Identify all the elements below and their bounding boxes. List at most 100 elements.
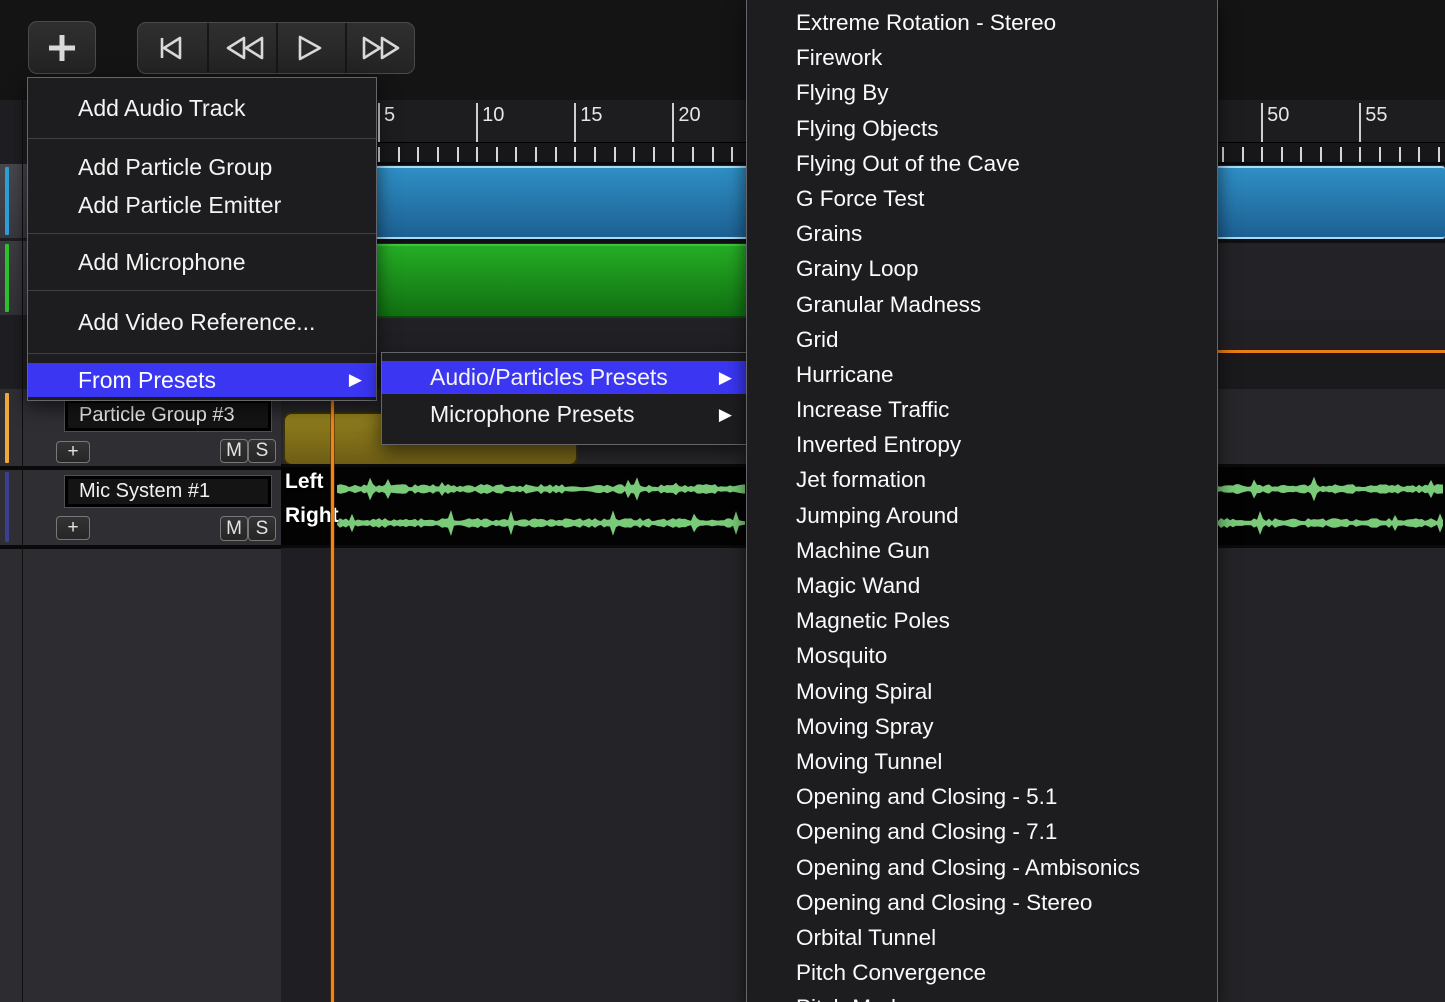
preset-item[interactable]: Inverted Entropy — [747, 427, 1217, 462]
ruler-minor-tick — [731, 147, 733, 162]
menu-item-add-particle-group[interactable]: Add Particle Group — [28, 148, 376, 186]
solo-button[interactable]: S — [248, 439, 276, 463]
preset-item[interactable]: Grainy Loop — [747, 251, 1217, 286]
waveform-left-channel[interactable] — [337, 473, 745, 505]
ruler-minor-tick — [476, 147, 478, 162]
playhead[interactable] — [331, 400, 334, 1002]
submenu-item-label: Microphone Presets — [430, 401, 635, 428]
menu-item-add-video-reference[interactable]: Add Video Reference... — [28, 305, 376, 339]
ruler-minor-tick — [1242, 147, 1244, 162]
ruler-minor-tick — [457, 147, 459, 162]
submenu-arrow-icon: ▶ — [719, 405, 732, 425]
submenu-item-audio-particles-presets[interactable]: Audio/Particles Presets ▶ — [382, 361, 746, 394]
channel-label-left: Left — [285, 470, 324, 494]
preset-item[interactable]: Moving Spray — [747, 709, 1217, 744]
track-color-strip-blue — [5, 167, 9, 235]
ruler-major-tick — [1261, 103, 1263, 142]
ruler-minor-tick — [417, 147, 419, 162]
menu-group: From Presets▶ — [28, 354, 376, 406]
preset-item[interactable]: Firework — [747, 40, 1217, 75]
preset-item[interactable]: Orbital Tunnel — [747, 920, 1217, 955]
mute-button[interactable]: M — [220, 516, 248, 541]
ruler-major-tick — [476, 103, 478, 142]
menu-group: Add Particle Group Add Particle Emitter — [28, 139, 376, 233]
ruler-minor-tick — [1320, 147, 1322, 162]
mute-button[interactable]: M — [220, 439, 248, 463]
preset-item[interactable]: Granular Madness — [747, 287, 1217, 322]
ruler-minor-tick — [633, 147, 635, 162]
preset-item[interactable]: Moving Spiral — [747, 674, 1217, 709]
ruler-major-tick — [672, 103, 674, 142]
fast-forward-icon — [356, 32, 406, 64]
play-button[interactable] — [276, 23, 345, 73]
waveform-left-channel[interactable] — [1218, 473, 1445, 505]
ruler-minor-tick — [672, 147, 674, 162]
preset-item[interactable]: Opening and Closing - 7.1 — [747, 814, 1217, 849]
add-track-button[interactable] — [28, 21, 96, 74]
preset-item[interactable]: Flying Out of the Cave — [747, 146, 1217, 181]
preset-item[interactable]: Magnetic Poles — [747, 603, 1217, 638]
preset-item[interactable]: Hurricane — [747, 357, 1217, 392]
preset-item[interactable]: Opening and Closing - 5.1 — [747, 779, 1217, 814]
ruler-minor-tick — [496, 147, 498, 162]
add-mic-button[interactable]: + — [56, 516, 90, 540]
menu-item-from-presets[interactable]: From Presets▶ — [28, 363, 376, 397]
menu-item-label: Add Audio Track — [78, 95, 246, 122]
menu-item-add-microphone[interactable]: Add Microphone — [28, 245, 376, 279]
waveform-shape — [1218, 477, 1443, 502]
waveform-shape — [337, 510, 745, 536]
menu-item-label: Add Particle Group — [78, 154, 272, 181]
preset-item[interactable]: Opening and Closing - Ambisonics — [747, 850, 1217, 885]
ruler-minor-tick — [1300, 147, 1302, 162]
preset-item[interactable]: Increase Traffic — [747, 392, 1217, 427]
ruler-minor-tick — [1379, 147, 1381, 162]
fast-forward-button[interactable] — [345, 23, 414, 73]
preset-item[interactable]: Flying Objects — [747, 111, 1217, 146]
waveform-right-channel[interactable] — [1218, 507, 1445, 539]
preset-item[interactable]: Mosquito — [747, 638, 1217, 673]
preset-item[interactable]: Opening and Closing - Stereo — [747, 885, 1217, 920]
menu-item-add-audio-track[interactable]: Add Audio Track — [28, 91, 376, 125]
solo-button[interactable]: S — [248, 516, 276, 541]
menu-item-label: Add Video Reference... — [78, 309, 315, 336]
submenu-item-label: Audio/Particles Presets — [430, 364, 668, 391]
ruler-minor-tick — [515, 147, 517, 162]
ruler-label: 55 — [1365, 104, 1387, 127]
mic-name-field[interactable]: Mic System #1 — [64, 475, 272, 508]
menu-item-add-particle-emitter[interactable]: Add Particle Emitter — [28, 186, 376, 224]
preset-item[interactable]: Flying By — [747, 75, 1217, 110]
skip-to-start-button[interactable] — [138, 23, 207, 73]
skip-to-start-icon — [148, 32, 198, 64]
submenu-arrow-icon: ▶ — [349, 370, 362, 390]
rewind-button[interactable] — [207, 23, 276, 73]
add-emitter-button[interactable]: + — [56, 441, 90, 463]
preset-item[interactable]: Extreme Rotation - Stereo — [747, 5, 1217, 40]
ruler-major-tick — [1359, 103, 1361, 142]
preset-item[interactable]: Magic Wand — [747, 568, 1217, 603]
app-window: Particle Group #3 + M S Mic System #1 + … — [0, 0, 1445, 1002]
submenu-arrow-icon: ▶ — [719, 368, 732, 388]
ruler-label: 50 — [1267, 104, 1289, 127]
preset-item[interactable]: Moving Tunnel — [747, 744, 1217, 779]
ruler-label: 15 — [580, 104, 602, 127]
ruler-minor-tick — [378, 147, 380, 162]
ruler-minor-tick — [1399, 147, 1401, 162]
preset-item[interactable]: Grains — [747, 216, 1217, 251]
preset-item[interactable]: Pitch Convergence — [747, 955, 1217, 990]
preset-item[interactable]: Grid — [747, 322, 1217, 357]
preset-item[interactable]: Machine Gun — [747, 533, 1217, 568]
ruler-minor-tick — [1222, 147, 1224, 162]
ruler-minor-tick — [692, 147, 694, 162]
preset-item-partial[interactable]: Pitch Madness — [747, 990, 1217, 1002]
preset-item[interactable]: G Force Test — [747, 181, 1217, 216]
preset-item[interactable]: Jet formation — [747, 462, 1217, 497]
ruler-minor-tick — [437, 147, 439, 162]
ruler-label: 5 — [384, 104, 395, 127]
ruler-minor-tick — [1340, 147, 1342, 162]
ruler-label: 10 — [482, 104, 504, 127]
waveform-shape — [337, 477, 745, 500]
submenu-item-microphone-presets[interactable]: Microphone Presets ▶ — [382, 398, 746, 431]
waveform-right-channel[interactable] — [337, 507, 745, 539]
ruler-minor-tick — [614, 147, 616, 162]
preset-item[interactable]: Jumping Around — [747, 498, 1217, 533]
